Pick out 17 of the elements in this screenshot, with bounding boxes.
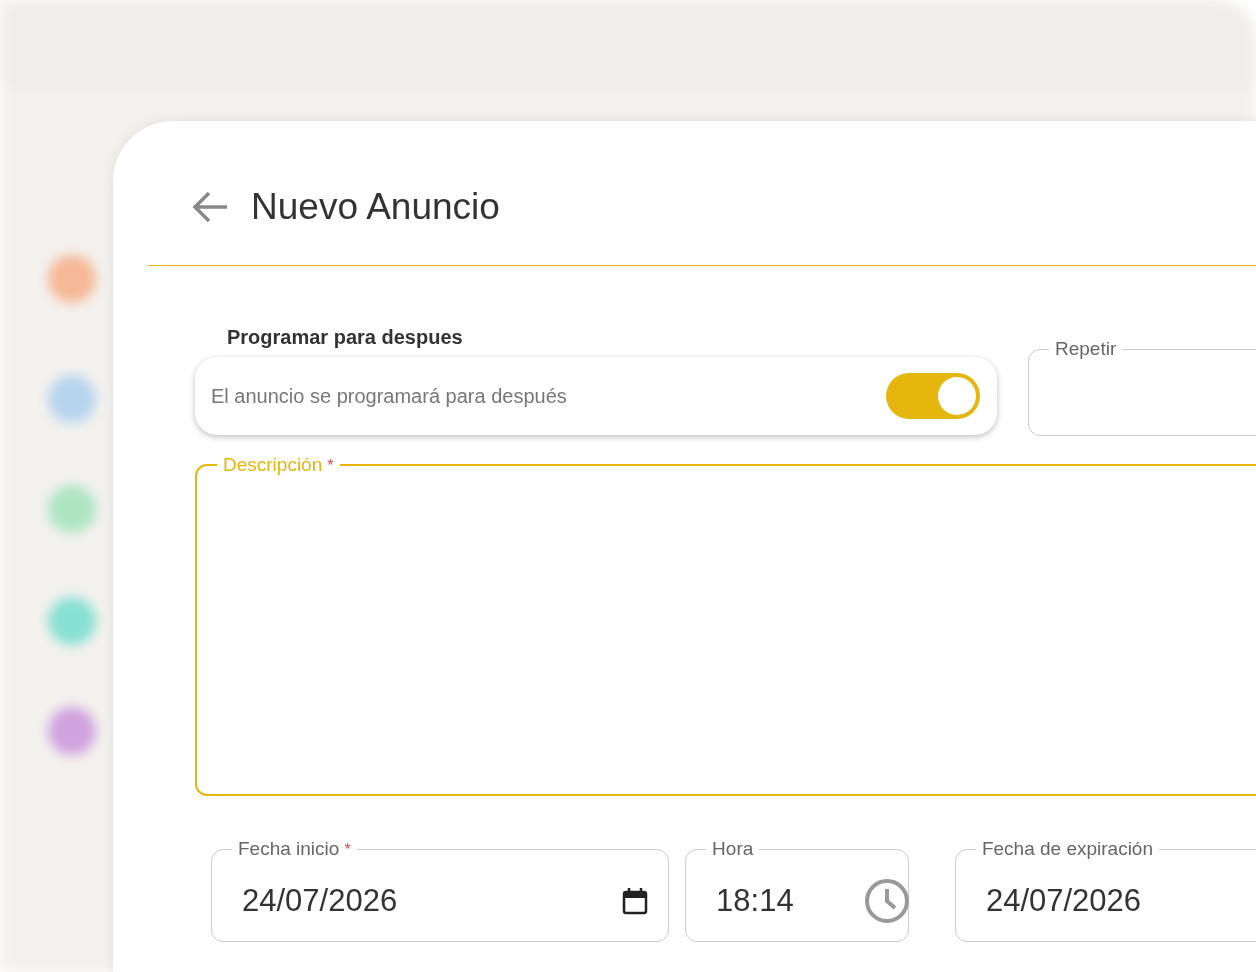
field-value: 24/07/2026 bbox=[985, 882, 1142, 919]
field-label: Fecha de expiración bbox=[981, 838, 1153, 860]
schedule-description: El anuncio se programará para después bbox=[211, 384, 567, 408]
back-arrow-icon[interactable] bbox=[191, 190, 229, 224]
calendar-icon[interactable] bbox=[622, 886, 649, 915]
clock-icon[interactable] bbox=[863, 877, 910, 924]
required-asterisk: * bbox=[344, 841, 351, 859]
field-value: 24/07/2026 bbox=[242, 882, 398, 919]
field-value: 18:14 bbox=[716, 882, 794, 919]
field-label: Fecha inicio bbox=[238, 838, 340, 860]
required-asterisk: * bbox=[327, 457, 334, 475]
schedule-label: Programar para despues bbox=[226, 326, 464, 349]
schedule-toggle[interactable] bbox=[886, 373, 980, 419]
dialog-title: Nuevo Anuncio bbox=[251, 186, 500, 228]
field-label: Repetir bbox=[1055, 338, 1117, 360]
field-label: Hora bbox=[712, 838, 754, 860]
field-label: Descripción bbox=[223, 454, 323, 476]
